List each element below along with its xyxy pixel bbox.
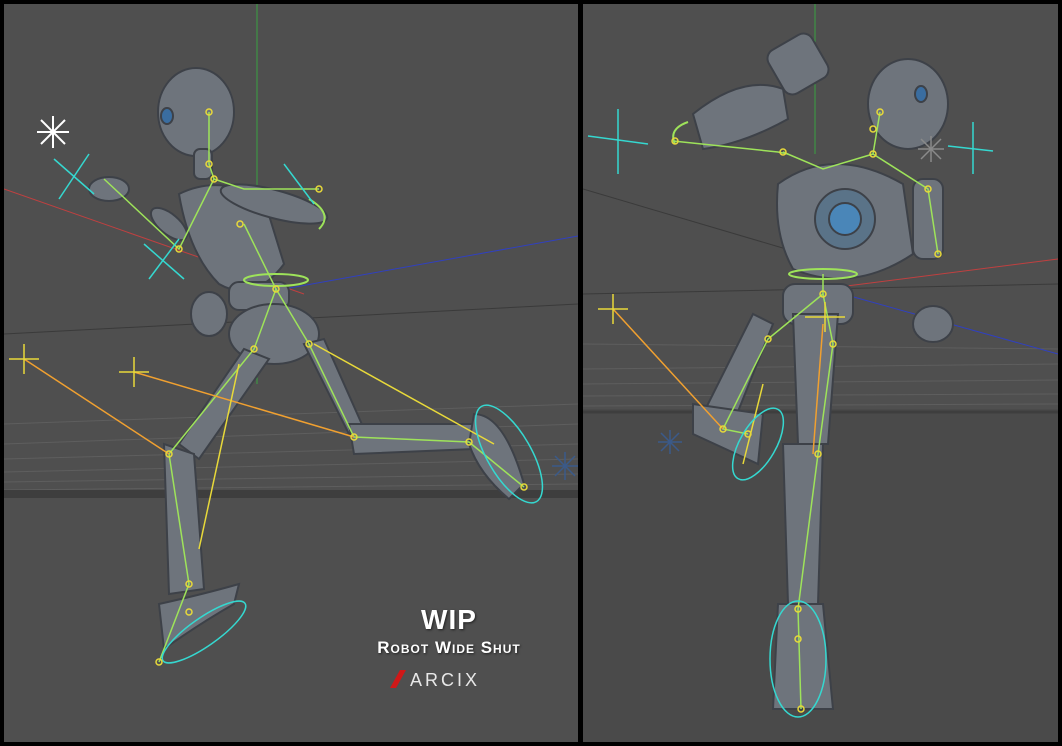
- logo-text: ARCIX: [410, 670, 480, 690]
- floor-horizon: [4, 490, 578, 498]
- wip-subtitle: Robot Wide Shut: [377, 638, 521, 657]
- right-viewport[interactable]: [583, 4, 1058, 742]
- left-viewport[interactable]: WIP Robot Wide Shut ARCIX: [4, 4, 578, 742]
- light-star-icon[interactable]: [658, 430, 682, 454]
- sarcix-logo: ARCIX: [390, 670, 480, 690]
- light-star-icon[interactable]: [552, 452, 578, 480]
- light-star-icon[interactable]: [37, 116, 69, 148]
- wip-caption: WIP Robot Wide Shut ARCIX: [334, 604, 564, 692]
- right-viewport-scene: [583, 4, 1058, 742]
- light-star-icon[interactable]: [918, 136, 944, 162]
- wip-title: WIP: [421, 604, 477, 635]
